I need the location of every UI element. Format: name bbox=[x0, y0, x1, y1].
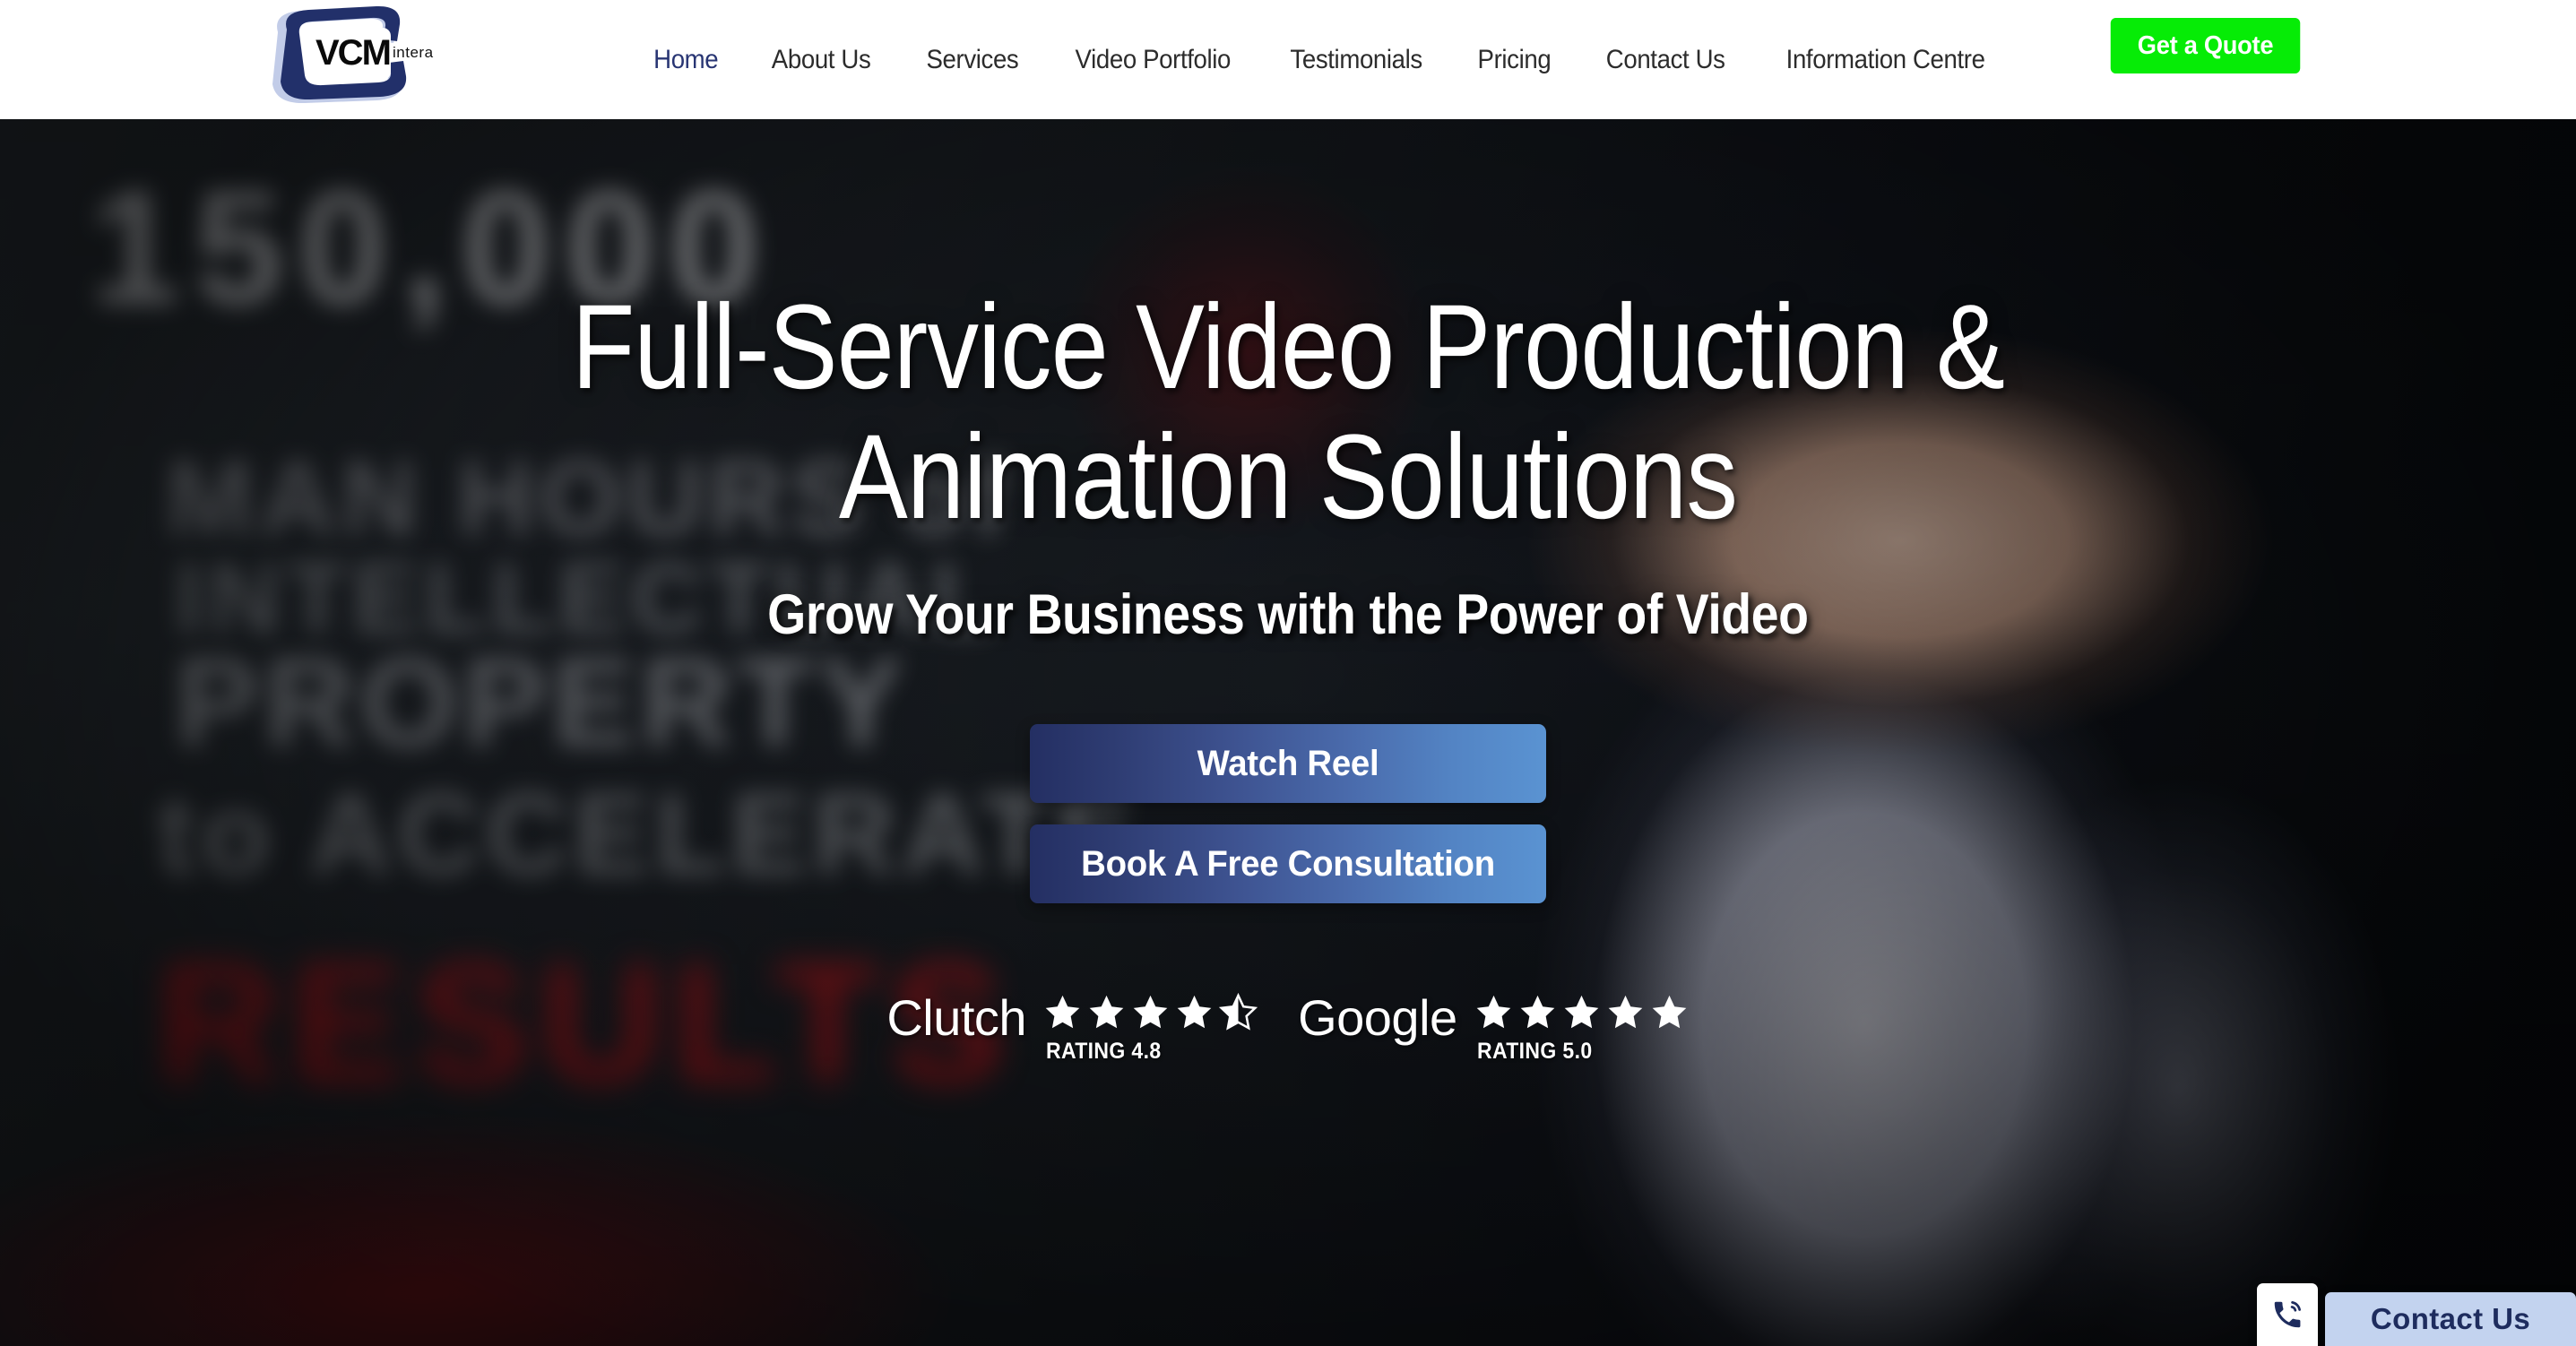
hero-content: Full-Service Video Production & Animatio… bbox=[0, 119, 2576, 1346]
rating-google[interactable]: Google RATING 5.0 bbox=[1298, 993, 1690, 1065]
contact-us-button[interactable]: Contact Us bbox=[2325, 1292, 2576, 1346]
google-rating-label: RATING 5.0 bbox=[1476, 1039, 1593, 1065]
logo-icon: VCM interactive bbox=[272, 5, 466, 104]
svg-text:VCM: VCM bbox=[316, 33, 390, 73]
hero-section: 150,000 MAN HOURS of INTELLECTUAL PROPER… bbox=[0, 119, 2576, 1346]
phone-call-button[interactable] bbox=[2257, 1283, 2318, 1346]
star-full-icon bbox=[1608, 996, 1642, 1029]
nav-item-contact-us[interactable]: Contact Us bbox=[1585, 45, 1747, 75]
nav-item-video-portfolio[interactable]: Video Portfolio bbox=[1054, 45, 1252, 75]
primary-navigation: Home About Us Services Video Portfolio T… bbox=[627, 0, 2017, 119]
hero-headline-line-1: Full-Service Video Production & bbox=[571, 280, 2005, 414]
rating-clutch[interactable]: Clutch RATING 4.8 bbox=[886, 993, 1258, 1065]
ratings-bar: Clutch RATING 4.8 Google RATING 5.0 bbox=[886, 993, 1689, 1065]
star-full-icon bbox=[1652, 996, 1686, 1029]
site-logo[interactable]: VCM interactive bbox=[265, 5, 466, 104]
star-full-icon bbox=[1177, 996, 1212, 1029]
star-full-icon bbox=[1089, 996, 1124, 1029]
clutch-stars-wrap: RATING 4.8 bbox=[1042, 993, 1258, 1065]
clutch-rating-label: RATING 4.8 bbox=[1046, 1039, 1162, 1065]
star-full-icon bbox=[1133, 996, 1168, 1029]
watch-reel-button[interactable]: Watch Reel bbox=[1030, 724, 1546, 804]
google-logo-text: Google bbox=[1298, 989, 1457, 1047]
star-full-icon bbox=[1564, 996, 1598, 1029]
nav-item-home[interactable]: Home bbox=[632, 45, 739, 75]
floating-contact-widget: Contact Us bbox=[2257, 1283, 2576, 1346]
star-full-icon bbox=[1045, 996, 1080, 1029]
clutch-stars bbox=[1042, 993, 1258, 1031]
nav-item-information-centre[interactable]: Information Centre bbox=[1764, 45, 2006, 75]
star-full-icon bbox=[1476, 996, 1510, 1029]
star-full-icon bbox=[1520, 996, 1554, 1029]
nav-item-services[interactable]: Services bbox=[904, 45, 1040, 75]
book-consultation-button[interactable]: Book A Free Consultation bbox=[1030, 824, 1546, 904]
hero-subheadline: Grow Your Business with the Power of Vid… bbox=[767, 583, 1809, 647]
clutch-logo-text: Clutch bbox=[886, 989, 1027, 1047]
nav-item-pricing[interactable]: Pricing bbox=[1457, 45, 1573, 75]
hero-cta-group: Watch Reel Book A Free Consultation bbox=[1019, 724, 1557, 904]
nav-item-testimonials[interactable]: Testimonials bbox=[1269, 45, 1444, 75]
hero-headline-line-2: Animation Solutions bbox=[838, 410, 1738, 544]
star-half-icon bbox=[1218, 993, 1258, 1031]
google-stars-wrap: RATING 5.0 bbox=[1474, 993, 1690, 1065]
nav-item-about-us[interactable]: About Us bbox=[750, 45, 892, 75]
hero-headline: Full-Service Video Production & Animatio… bbox=[421, 280, 2156, 544]
phone-call-icon bbox=[2274, 1301, 2301, 1328]
site-header: VCM interactive Home About Us Services V… bbox=[0, 0, 2576, 119]
svg-text:interactive: interactive bbox=[393, 44, 434, 61]
get-a-quote-button[interactable]: Get a Quote bbox=[2110, 18, 2301, 73]
google-stars bbox=[1474, 993, 1690, 1031]
